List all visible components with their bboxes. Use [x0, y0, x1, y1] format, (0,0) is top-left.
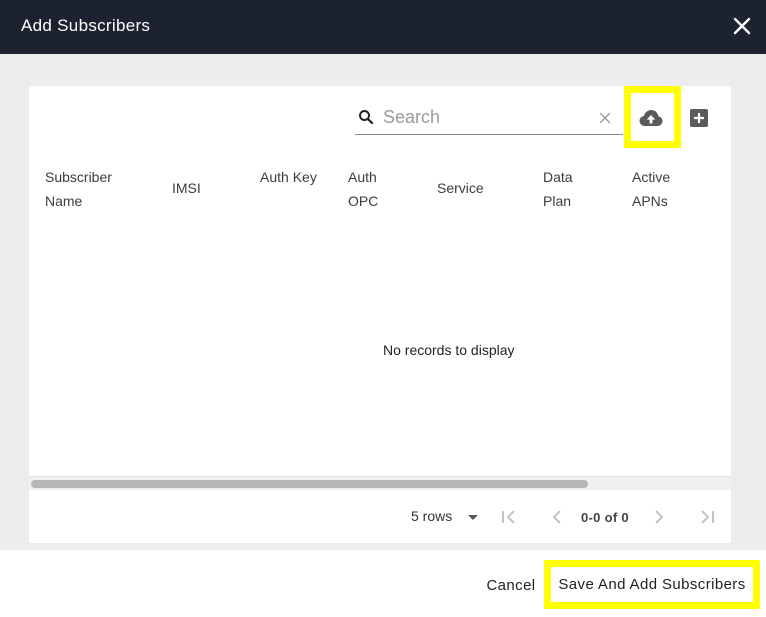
scrollbar-thumb[interactable]: [31, 480, 588, 488]
last-page-icon[interactable]: [697, 507, 717, 527]
previous-page-icon[interactable]: [547, 507, 567, 527]
search-icon: [359, 110, 374, 125]
column-header-data-plan[interactable]: Data Plan: [543, 165, 603, 213]
next-page-icon[interactable]: [649, 507, 669, 527]
first-page-icon[interactable]: [499, 507, 519, 527]
close-icon[interactable]: [730, 14, 754, 38]
save-and-add-subscribers-button[interactable]: Save And Add Subscribers: [551, 567, 753, 602]
cloud-upload-icon[interactable]: [638, 106, 664, 130]
column-header-subscriber-name[interactable]: Subscriber Name: [45, 165, 145, 213]
cancel-button[interactable]: Cancel: [478, 568, 544, 602]
empty-message: No records to display: [383, 342, 515, 358]
clear-icon[interactable]: [596, 109, 614, 127]
column-header-imsi[interactable]: IMSI: [172, 176, 201, 200]
dialog-title: Add Subscribers: [21, 16, 151, 35]
add-box-icon[interactable]: [689, 108, 709, 128]
column-header-service[interactable]: Service: [437, 176, 484, 200]
search-input[interactable]: [383, 104, 583, 130]
empty-state: No records to display: [29, 330, 731, 370]
rows-per-page-select[interactable]: 5 rows: [411, 508, 452, 524]
column-header-auth-opc[interactable]: Auth OPC: [348, 165, 408, 213]
column-header-auth-key[interactable]: Auth Key: [260, 165, 320, 189]
caret-down-icon[interactable]: [466, 512, 480, 522]
column-header-active-apns[interactable]: Active APNs: [632, 165, 692, 213]
page-range-label: 0-0 of 0: [581, 510, 629, 525]
